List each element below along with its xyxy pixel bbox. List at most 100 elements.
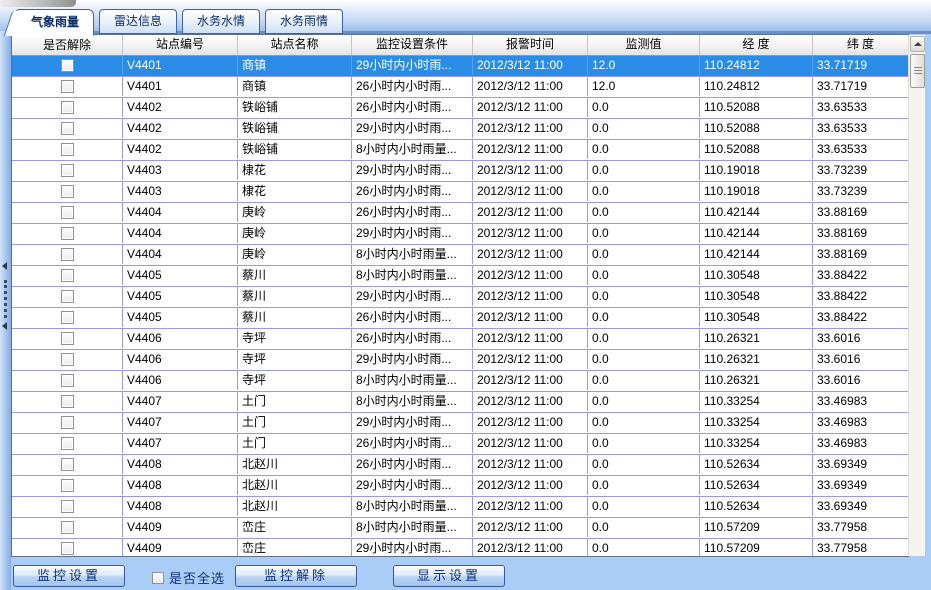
monitor-settings-button[interactable]: 监控设置	[13, 565, 125, 587]
table-row[interactable]: V4405 蔡川 8小时内小时雨量... 2012/3/12 11:00 0.0…	[12, 266, 908, 287]
cell-condition: 29小时内小时雨...	[352, 287, 473, 306]
table-row[interactable]: V4403 棣花 26小时内小时雨... 2012/3/12 11:00 0.0…	[12, 182, 908, 203]
row-release-checkbox[interactable]	[61, 206, 74, 219]
cell-value: 0.0	[588, 203, 700, 222]
table-row[interactable]: V4404 庚岭 26小时内小时雨... 2012/3/12 11:00 0.0…	[12, 203, 908, 224]
splitter-grip-icon[interactable]	[4, 280, 7, 318]
row-release-checkbox[interactable]	[61, 227, 74, 240]
table-row[interactable]: V4405 蔡川 29小时内小时雨... 2012/3/12 11:00 0.0…	[12, 287, 908, 308]
panel-splitter[interactable]	[0, 31, 11, 590]
row-release-checkbox[interactable]	[61, 248, 74, 261]
tab-radar-info[interactable]: 雷达信息	[99, 9, 177, 34]
table-row[interactable]: V4406 寺坪 8小时内小时雨量... 2012/3/12 11:00 0.0…	[12, 371, 908, 392]
table-row[interactable]: V4408 北赵川 8小时内小时雨量... 2012/3/12 11:00 0.…	[12, 497, 908, 518]
table-row[interactable]: V4406 寺坪 26小时内小时雨... 2012/3/12 11:00 0.0…	[12, 329, 908, 350]
cell-longitude: 110.52088	[700, 98, 813, 117]
display-settings-button[interactable]: 显示设置	[393, 565, 505, 587]
cell-longitude: 110.52634	[700, 476, 813, 495]
cell-condition: 26小时内小时雨...	[352, 455, 473, 474]
table-row[interactable]: V4409 峦庄 8小时内小时雨量... 2012/3/12 11:00 0.0…	[12, 518, 908, 539]
cell-release	[12, 350, 123, 369]
cell-station-name: 商镇	[238, 56, 352, 75]
cell-alarm-time: 2012/3/12 11:00	[473, 308, 588, 327]
tab-water-rainfall[interactable]: 水务雨情	[265, 9, 343, 34]
row-release-checkbox[interactable]	[61, 122, 74, 135]
cell-station-id: V4409	[123, 539, 238, 556]
column-header-release[interactable]: 是否解除	[12, 35, 123, 55]
table-row[interactable]: V4406 寺坪 29小时内小时雨... 2012/3/12 11:00 0.0…	[12, 350, 908, 371]
column-header-alarm-time[interactable]: 报警时间	[473, 35, 588, 55]
row-release-checkbox[interactable]	[61, 185, 74, 198]
vertical-scrollbar[interactable]	[908, 35, 925, 556]
cell-alarm-time: 2012/3/12 11:00	[473, 119, 588, 138]
table-row[interactable]: V4404 庚岭 8小时内小时雨量... 2012/3/12 11:00 0.0…	[12, 245, 908, 266]
cell-latitude: 33.88422	[813, 266, 908, 285]
cell-station-name: 土门	[238, 434, 352, 453]
table-row[interactable]: V4407 土门 29小时内小时雨... 2012/3/12 11:00 0.0…	[12, 413, 908, 434]
collapse-left-arrow-icon[interactable]	[2, 322, 7, 330]
row-release-checkbox[interactable]	[61, 437, 74, 450]
table-row[interactable]: V4408 北赵川 29小时内小时雨... 2012/3/12 11:00 0.…	[12, 476, 908, 497]
cell-station-name: 庚岭	[238, 203, 352, 222]
row-release-checkbox[interactable]	[61, 59, 74, 72]
cell-station-name: 铁峪铺	[238, 140, 352, 159]
cell-alarm-time: 2012/3/12 11:00	[473, 182, 588, 201]
table-row[interactable]: V4402 铁峪铺 8小时内小时雨量... 2012/3/12 11:00 0.…	[12, 140, 908, 161]
cell-value: 12.0	[588, 56, 700, 75]
tab-weather-rainfall[interactable]: 气象雨量	[16, 9, 94, 36]
table-row[interactable]: V4407 土门 8小时内小时雨量... 2012/3/12 11:00 0.0…	[12, 392, 908, 413]
cell-condition: 29小时内小时雨...	[352, 56, 473, 75]
column-header-latitude[interactable]: 纬 度	[813, 35, 908, 55]
row-release-checkbox[interactable]	[61, 290, 74, 303]
row-release-checkbox[interactable]	[61, 80, 74, 93]
row-release-checkbox[interactable]	[61, 458, 74, 471]
cell-station-name: 蔡川	[238, 308, 352, 327]
column-header-longitude[interactable]: 经 度	[700, 35, 813, 55]
table-row[interactable]: V4402 铁峪铺 29小时内小时雨... 2012/3/12 11:00 0.…	[12, 119, 908, 140]
table-row[interactable]: V4401 商镇 29小时内小时雨... 2012/3/12 11:00 12.…	[12, 56, 908, 77]
row-release-checkbox[interactable]	[61, 500, 74, 513]
cell-release	[12, 119, 123, 138]
row-release-checkbox[interactable]	[61, 164, 74, 177]
cell-value: 0.0	[588, 266, 700, 285]
cell-latitude: 33.46983	[813, 434, 908, 453]
column-header-station-name[interactable]: 站点名称	[238, 35, 352, 55]
cell-condition: 29小时内小时雨...	[352, 224, 473, 243]
row-release-checkbox[interactable]	[61, 101, 74, 114]
row-release-checkbox[interactable]	[61, 269, 74, 282]
table-row[interactable]: V4401 商镇 26小时内小时雨... 2012/3/12 11:00 12.…	[12, 77, 908, 98]
column-header-value[interactable]: 监测值	[588, 35, 700, 55]
table-row[interactable]: V4407 土门 26小时内小时雨... 2012/3/12 11:00 0.0…	[12, 434, 908, 455]
select-all-checkbox[interactable]	[152, 572, 164, 584]
row-release-checkbox[interactable]	[61, 416, 74, 429]
row-release-checkbox[interactable]	[61, 353, 74, 366]
table-row[interactable]: V4402 铁峪铺 26小时内小时雨... 2012/3/12 11:00 0.…	[12, 98, 908, 119]
table-row[interactable]: V4404 庚岭 29小时内小时雨... 2012/3/12 11:00 0.0…	[12, 224, 908, 245]
scrollbar-thumb[interactable]	[910, 54, 925, 88]
row-release-checkbox[interactable]	[61, 332, 74, 345]
row-release-checkbox[interactable]	[61, 395, 74, 408]
table-row[interactable]: V4405 蔡川 26小时内小时雨... 2012/3/12 11:00 0.0…	[12, 308, 908, 329]
cell-latitude: 33.73239	[813, 182, 908, 201]
cell-condition: 29小时内小时雨...	[352, 413, 473, 432]
collapse-left-arrow-icon[interactable]	[2, 262, 7, 270]
table-row[interactable]: V4408 北赵川 26小时内小时雨... 2012/3/12 11:00 0.…	[12, 455, 908, 476]
monitoring-window: 气象雨量 雷达信息 水务水情 水务雨情 是否解除 站点编号 站点名称 监控设置条…	[0, 0, 931, 590]
row-release-checkbox[interactable]	[61, 479, 74, 492]
row-release-checkbox[interactable]	[61, 542, 74, 555]
tab-water-regime[interactable]: 水务水情	[182, 9, 260, 34]
scroll-up-button[interactable]	[910, 36, 925, 52]
column-header-condition[interactable]: 监控设置条件	[352, 35, 473, 55]
cell-value: 0.0	[588, 371, 700, 390]
row-release-checkbox[interactable]	[61, 311, 74, 324]
monitor-release-button[interactable]: 监控解除	[235, 565, 357, 587]
table-row[interactable]: V4403 棣花 29小时内小时雨... 2012/3/12 11:00 0.0…	[12, 161, 908, 182]
row-release-checkbox[interactable]	[61, 521, 74, 534]
column-header-station-id[interactable]: 站点编号	[123, 35, 238, 55]
cell-alarm-time: 2012/3/12 11:00	[473, 266, 588, 285]
table-row[interactable]: V4409 峦庄 29小时内小时雨... 2012/3/12 11:00 0.0…	[12, 539, 908, 556]
cell-value: 0.0	[588, 329, 700, 348]
cell-alarm-time: 2012/3/12 11:00	[473, 56, 588, 75]
row-release-checkbox[interactable]	[61, 143, 74, 156]
row-release-checkbox[interactable]	[61, 374, 74, 387]
